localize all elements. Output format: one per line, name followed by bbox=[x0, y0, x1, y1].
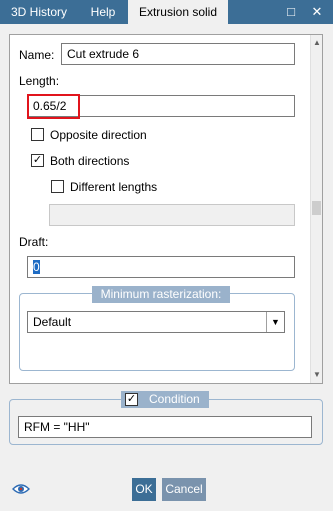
scroll-up-icon[interactable]: ▲ bbox=[311, 37, 323, 49]
condition-title-bar: ✓ Condition bbox=[121, 391, 209, 408]
condition-title: Condition bbox=[149, 392, 200, 406]
panel-scrollbar[interactable]: ▲ ▼ bbox=[310, 35, 322, 383]
condition-checkbox[interactable]: ✓ bbox=[125, 393, 138, 406]
rasterization-title: Minimum rasterization: bbox=[92, 286, 230, 303]
rasterization-selected: Default bbox=[33, 315, 72, 329]
name-label: Name: bbox=[19, 48, 55, 62]
extrusion-properties-panel: Name: Cut extrude 6 Length: 0.65/2 Oppos… bbox=[9, 34, 323, 384]
draft-value-selected: 0 bbox=[33, 260, 40, 274]
condition-field[interactable]: RFM = "HH" bbox=[18, 416, 312, 438]
opposite-direction-label: Opposite direction bbox=[50, 128, 147, 142]
tab-bar: 3D History Help Extrusion solid □ ✕ bbox=[0, 0, 333, 24]
draft-field[interactable]: 0 bbox=[27, 256, 295, 278]
opposite-direction-checkbox[interactable] bbox=[31, 128, 44, 141]
close-icon[interactable]: ✕ bbox=[309, 4, 325, 20]
tab-3d-history[interactable]: 3D History bbox=[0, 0, 78, 24]
draft-label: Draft: bbox=[19, 235, 49, 249]
cancel-button[interactable]: Cancel bbox=[162, 478, 206, 501]
length-label: Length: bbox=[19, 74, 60, 88]
second-length-field bbox=[49, 204, 295, 226]
eye-icon[interactable] bbox=[12, 482, 30, 496]
scroll-down-icon[interactable]: ▼ bbox=[311, 369, 323, 381]
different-lengths-checkbox[interactable] bbox=[51, 180, 64, 193]
name-field[interactable]: Cut extrude 6 bbox=[61, 43, 295, 65]
length-highlight bbox=[27, 94, 80, 119]
tab-help[interactable]: Help bbox=[78, 0, 128, 24]
both-directions-label: Both directions bbox=[50, 154, 130, 168]
rasterization-dropdown[interactable]: Default ▼ bbox=[27, 311, 285, 333]
tab-extrusion-solid[interactable]: Extrusion solid bbox=[128, 0, 228, 24]
different-lengths-label: Different lengths bbox=[70, 180, 158, 194]
restore-icon[interactable]: □ bbox=[283, 4, 299, 20]
both-directions-checkbox[interactable]: ✓ bbox=[31, 154, 44, 167]
ok-button[interactable]: OK bbox=[132, 478, 156, 501]
scroll-thumb[interactable] bbox=[312, 201, 321, 215]
chevron-down-icon[interactable]: ▼ bbox=[266, 312, 284, 332]
